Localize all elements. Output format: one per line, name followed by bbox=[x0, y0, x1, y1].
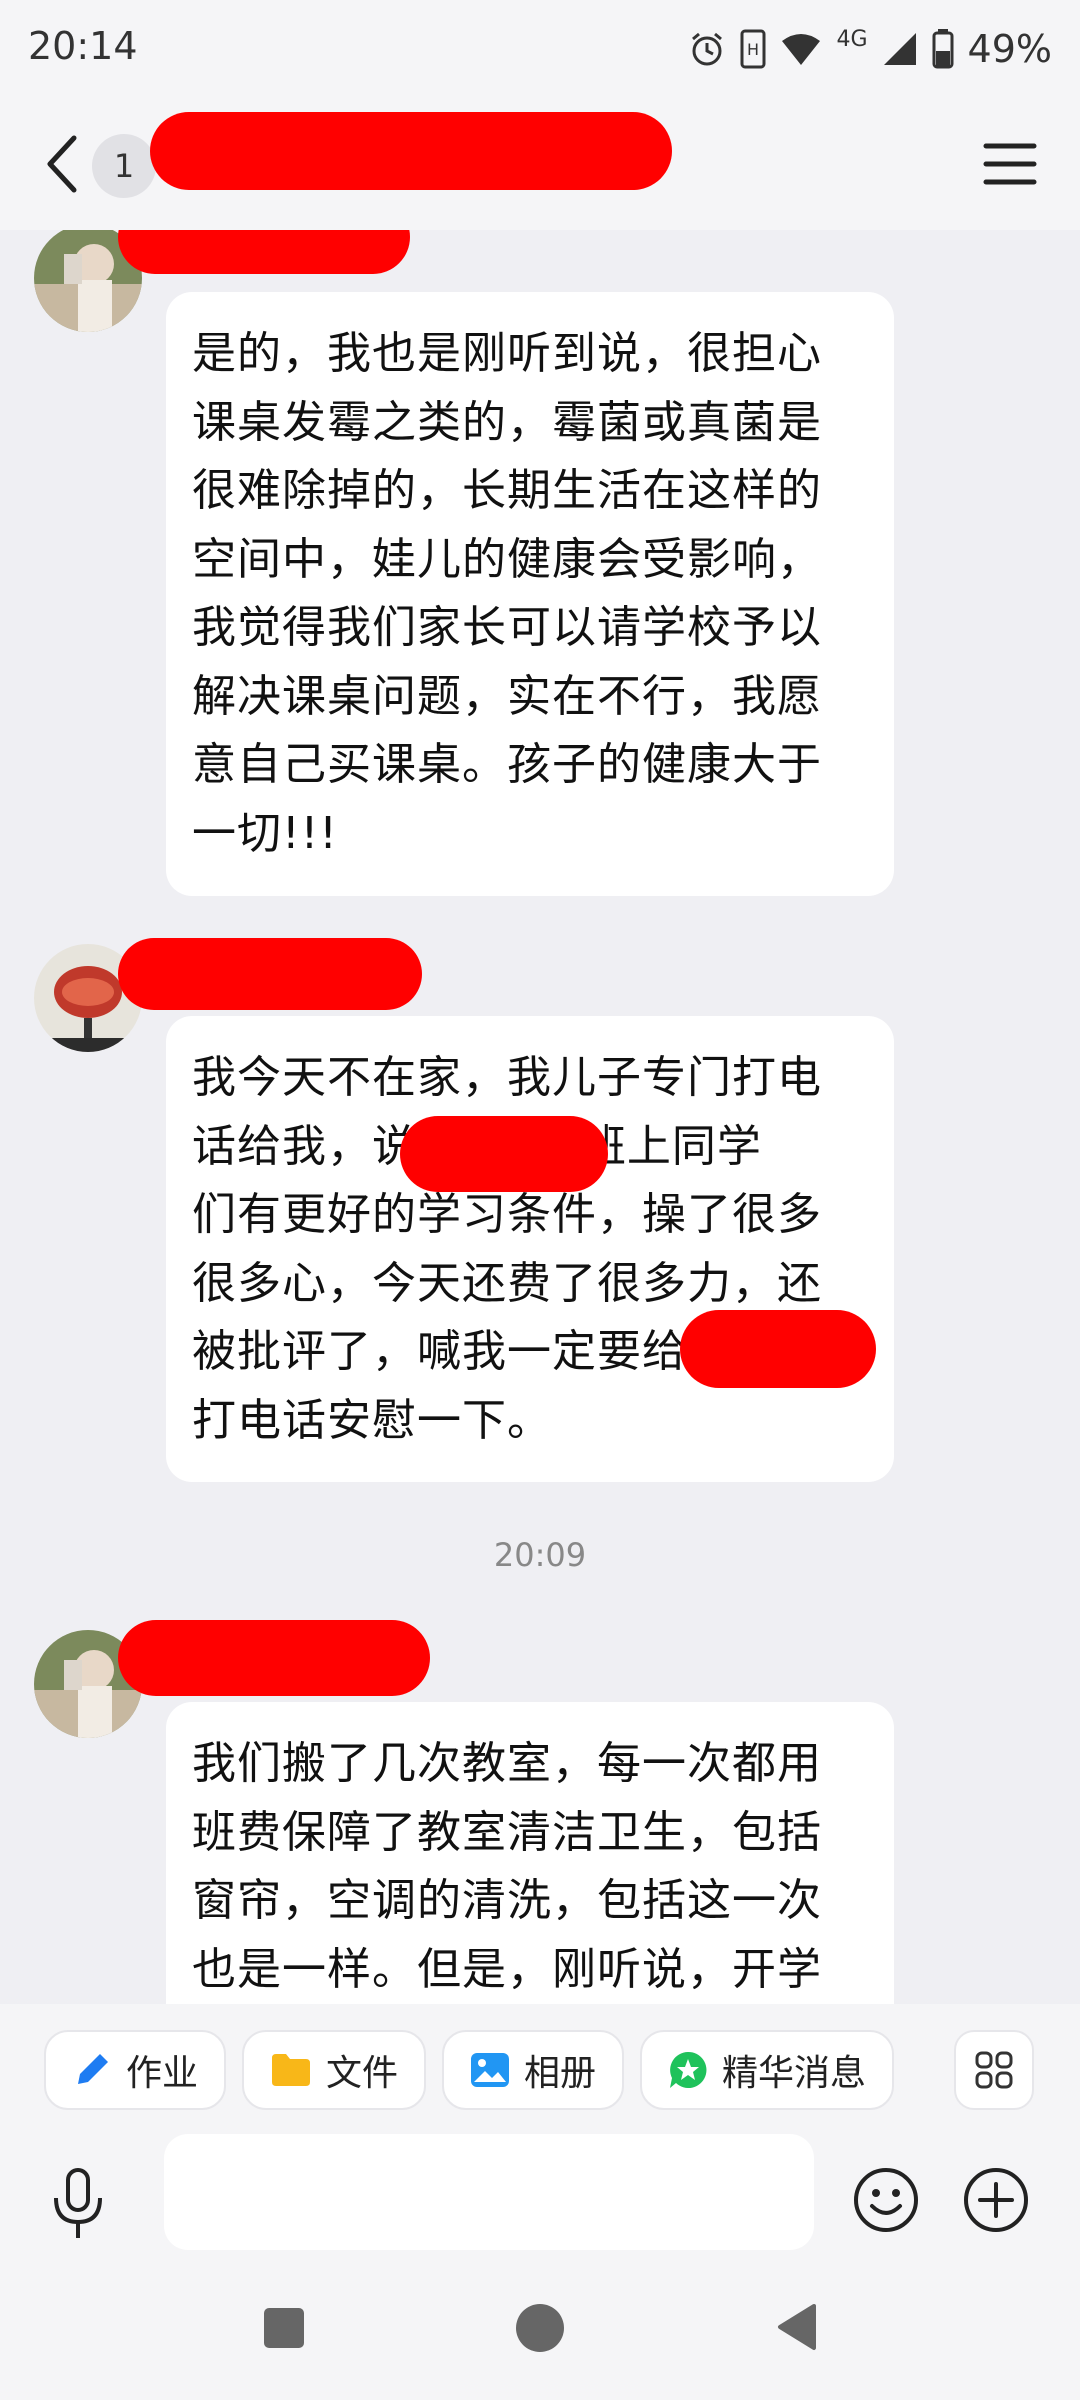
more-apps-button[interactable] bbox=[954, 2030, 1034, 2110]
redacted-text bbox=[400, 1116, 608, 1192]
recents-button[interactable] bbox=[264, 2308, 304, 2348]
signal-icon bbox=[883, 33, 916, 65]
essence-messages-button[interactable]: 精华消息 bbox=[640, 2030, 895, 2110]
back-arrow-icon bbox=[47, 135, 77, 193]
alarm-icon bbox=[692, 32, 723, 66]
chip-label: 相册 bbox=[524, 2053, 597, 2094]
homework-button[interactable]: 作业 bbox=[44, 2030, 227, 2110]
plus-circle-icon bbox=[964, 2168, 1028, 2232]
status-bar: 20:14 H 4G 49% bbox=[0, 0, 1080, 104]
redacted-text bbox=[680, 1310, 876, 1388]
chat-header: 1 bbox=[0, 104, 1080, 230]
chat-message-list[interactable]: 是的，我也是刚听到说，很担心 课桌发霉之类的，霉菌或真菌是 很难除掉的，长期生活… bbox=[0, 230, 1080, 2004]
message-bubble[interactable]: 我今天不在家，我儿子专门打电 话给我，说 了班上同学 们有更好的学习条件，操了很… bbox=[166, 1016, 894, 1482]
hd-icon: H bbox=[740, 29, 766, 69]
back-button[interactable] bbox=[36, 124, 86, 204]
files-button[interactable]: 文件 bbox=[242, 2030, 427, 2110]
message-input[interactable] bbox=[164, 2134, 814, 2250]
emoji-icon bbox=[854, 2168, 918, 2232]
chip-label: 精华消息 bbox=[722, 2053, 867, 2094]
menu-icon bbox=[983, 143, 1037, 185]
voice-input-button[interactable] bbox=[44, 2166, 112, 2246]
redacted-sender-name bbox=[118, 938, 422, 1010]
quick-action-bar: 作业 文件 相册 精华消息 bbox=[44, 2030, 895, 2110]
home-button[interactable] bbox=[516, 2304, 564, 2352]
redacted-sender-name bbox=[118, 230, 410, 274]
svg-text:H: H bbox=[747, 40, 759, 59]
menu-button[interactable] bbox=[980, 134, 1040, 194]
folder-icon bbox=[272, 2054, 311, 2086]
message-bubble[interactable]: 我们搬了几次教室，每一次都用 班费保障了教室清洁卫生，包括 窗帘，空调的清洗，包… bbox=[166, 1702, 894, 2004]
emoji-button[interactable] bbox=[852, 2166, 920, 2234]
nav-back-button[interactable] bbox=[774, 2302, 818, 2352]
triangle-back-icon bbox=[778, 2304, 816, 2350]
chat-timestamp: 20:09 bbox=[493, 1536, 587, 1574]
album-button[interactable]: 相册 bbox=[442, 2030, 625, 2110]
star-chat-icon bbox=[670, 2051, 707, 2088]
network-type: 4G bbox=[836, 26, 868, 52]
system-nav-bar bbox=[0, 2248, 1080, 2400]
unread-count-badge[interactable]: 1 bbox=[92, 134, 156, 198]
status-icons: H 4G 49% bbox=[688, 24, 1052, 74]
battery-icon bbox=[932, 29, 954, 69]
status-time: 20:14 bbox=[28, 24, 138, 68]
picture-icon bbox=[471, 2053, 510, 2087]
redacted-group-name bbox=[150, 112, 672, 190]
microphone-icon bbox=[54, 2168, 102, 2238]
battery-level: 49% bbox=[967, 27, 1052, 71]
more-button[interactable] bbox=[962, 2166, 1030, 2234]
wifi-icon bbox=[782, 34, 821, 65]
chip-label: 文件 bbox=[326, 2053, 399, 2094]
pen-icon bbox=[78, 2054, 108, 2084]
grid-icon bbox=[975, 2051, 1013, 2089]
redacted-sender-name bbox=[118, 1620, 430, 1696]
message-bubble[interactable]: 是的，我也是刚听到说，很担心 课桌发霉之类的，霉菌或真菌是 很难除掉的，长期生活… bbox=[166, 292, 894, 896]
chip-label: 作业 bbox=[126, 2053, 199, 2094]
